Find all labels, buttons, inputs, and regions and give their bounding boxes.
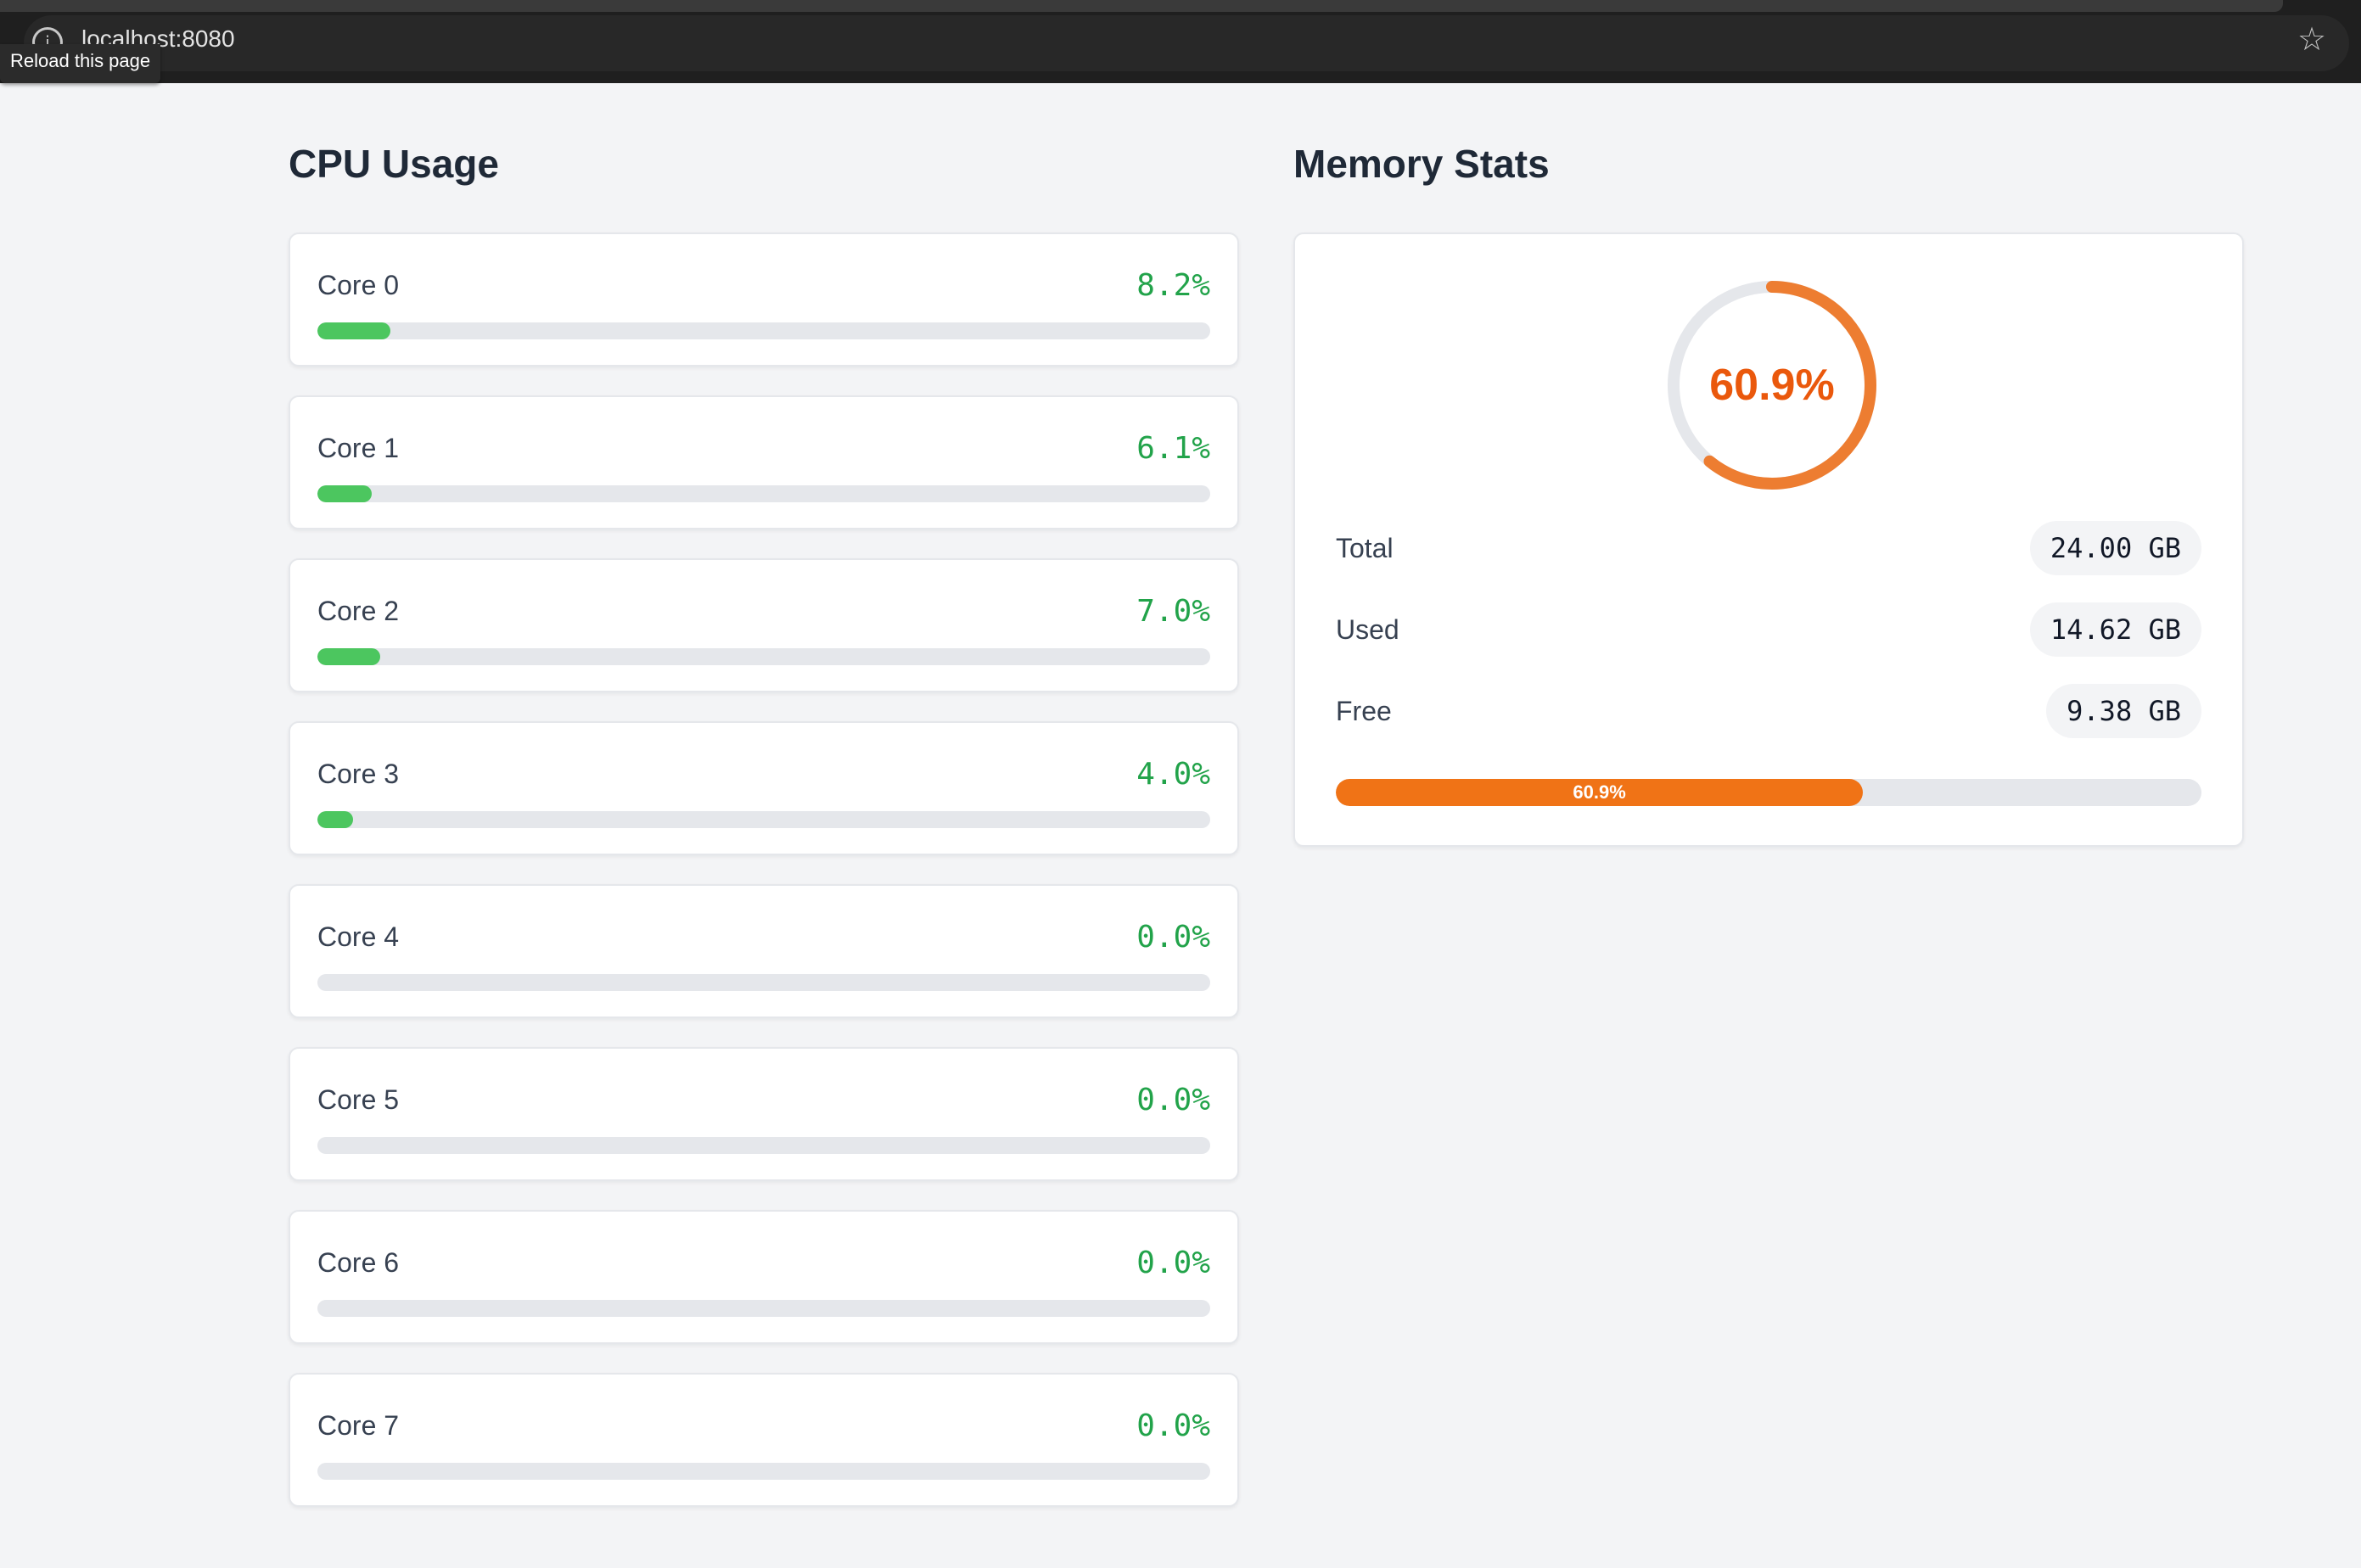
stat-row-total: Total 24.00 GB: [1336, 521, 2201, 575]
memory-gauge: 60.9%: [1663, 277, 1881, 494]
core-percent: 0.0%: [1136, 920, 1210, 955]
core-progress-track: [317, 811, 1210, 828]
core-percent: 0.0%: [1136, 1408, 1210, 1443]
core-progress-track: [317, 1137, 1210, 1154]
stat-label-total: Total: [1336, 533, 1394, 563]
stat-value-free: 9.38 GB: [2046, 684, 2201, 738]
core-progress-fill: [317, 648, 380, 665]
core-progress-track: [317, 485, 1210, 502]
browser-toolbar: i localhost:8080 ☆ Reload this page: [0, 0, 2361, 83]
stat-label-free: Free: [1336, 696, 1392, 726]
core-progress-fill: [317, 811, 354, 828]
core-progress-track: [317, 322, 1210, 339]
core-card: Core 2 7.0%: [289, 558, 1239, 692]
memory-progress-fill: 60.9%: [1336, 779, 1864, 806]
core-progress-track: [317, 1300, 1210, 1317]
stat-value-used: 14.62 GB: [2029, 602, 2201, 657]
core-card: Core 5 0.0%: [289, 1047, 1239, 1181]
address-bar[interactable]: [24, 15, 2349, 71]
core-label: Core 3: [317, 759, 400, 789]
stat-value-total: 24.00 GB: [2029, 521, 2201, 575]
core-card: Core 1 6.1%: [289, 395, 1239, 529]
memory-gauge-percent: 60.9%: [1709, 361, 1835, 410]
core-card: Core 3 4.0%: [289, 721, 1239, 855]
memory-progress-track: 60.9%: [1336, 779, 2201, 806]
core-percent: 4.0%: [1136, 757, 1210, 792]
core-card: Core 4 0.0%: [289, 884, 1239, 1018]
tab-strip: [0, 0, 2283, 12]
core-label: Core 0: [317, 270, 400, 300]
stat-label-used: Used: [1336, 614, 1399, 645]
core-label: Core 6: [317, 1247, 400, 1278]
core-percent: 8.2%: [1136, 268, 1210, 303]
core-card: Core 0 8.2%: [289, 232, 1239, 367]
core-percent: 0.0%: [1136, 1083, 1210, 1117]
core-progress-track: [317, 648, 1210, 665]
stat-row-free: Free 9.38 GB: [1336, 684, 2201, 738]
core-label: Core 4: [317, 921, 400, 952]
reload-tooltip: Reload this page: [0, 44, 161, 83]
cpu-usage-title: CPU Usage: [289, 142, 499, 186]
core-label: Core 7: [317, 1410, 400, 1441]
core-label: Core 5: [317, 1084, 400, 1115]
core-card: Core 6 0.0%: [289, 1210, 1239, 1344]
core-card: Core 7 0.0%: [289, 1373, 1239, 1507]
core-percent: 6.1%: [1136, 431, 1210, 466]
core-percent: 7.0%: [1136, 594, 1210, 629]
memory-stats-title: Memory Stats: [1293, 142, 1550, 186]
memory-card: 60.9% Total 24.00 GB Used 14.62 GB Free …: [1293, 232, 2244, 847]
core-progress-fill: [317, 485, 373, 502]
core-percent: 0.0%: [1136, 1246, 1210, 1280]
core-progress-track: [317, 974, 1210, 991]
core-progress-track: [317, 1463, 1210, 1480]
stat-row-used: Used 14.62 GB: [1336, 602, 2201, 657]
core-progress-fill: [317, 322, 391, 339]
core-label: Core 2: [317, 596, 400, 626]
bookmark-star-icon[interactable]: ☆: [2293, 20, 2330, 58]
cpu-core-list: Core 0 8.2% Core 1 6.1% Core 2 7.0% Core…: [289, 232, 1239, 1536]
core-label: Core 1: [317, 433, 400, 463]
